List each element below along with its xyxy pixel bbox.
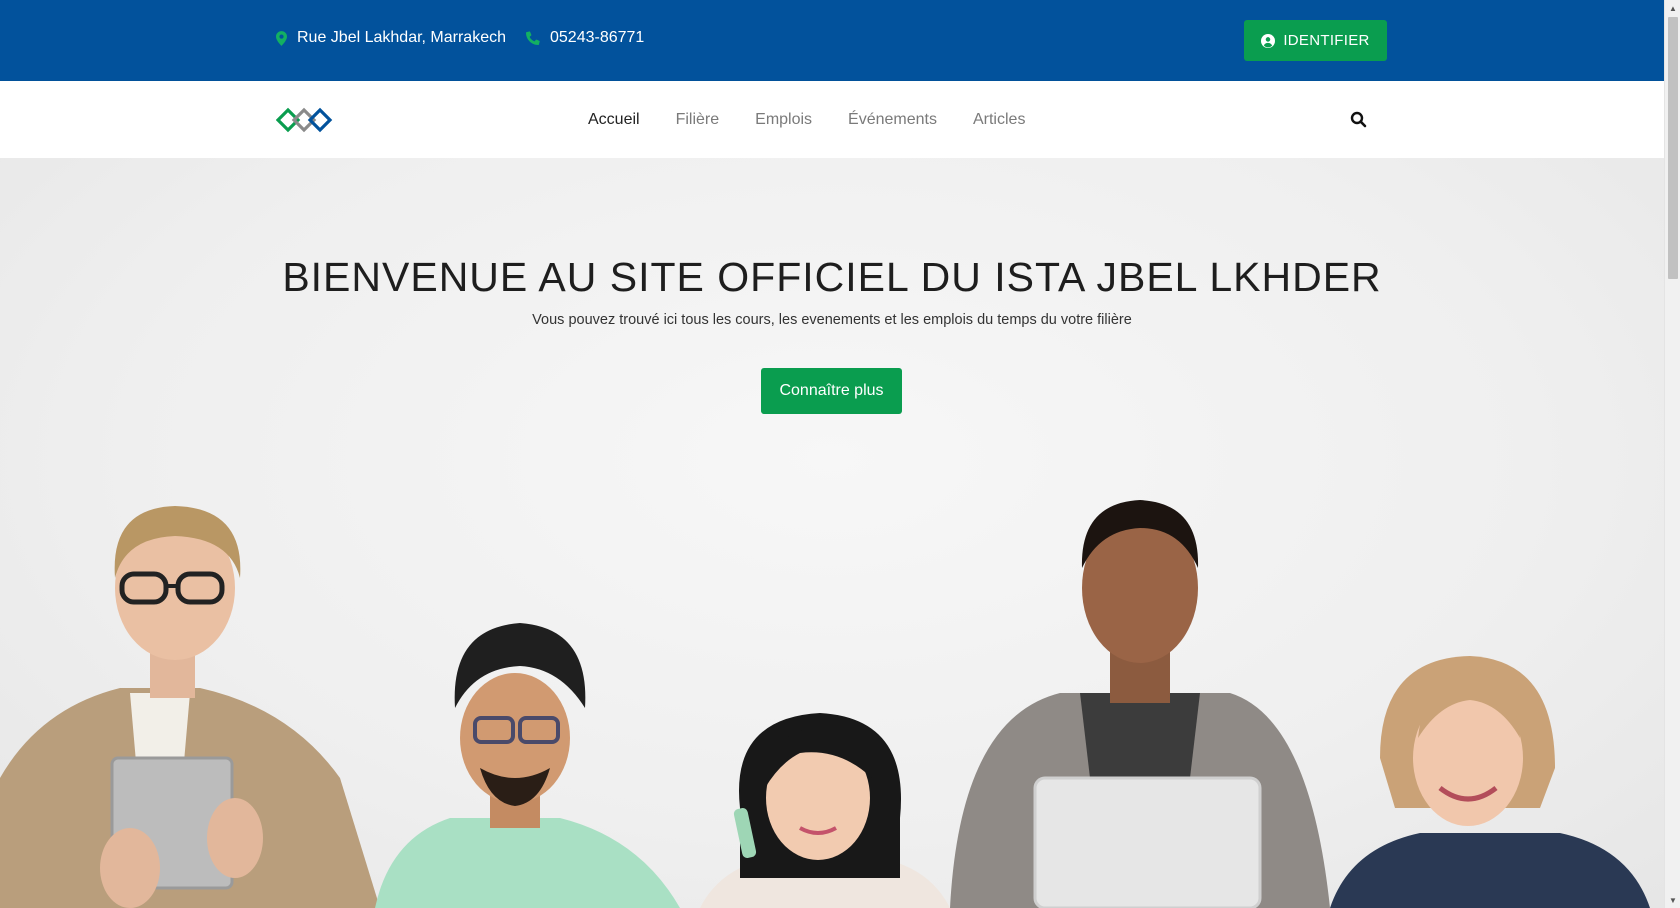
nav-item-articles[interactable]: Articles xyxy=(973,111,1025,129)
address-item: Rue Jbel Lakhdar, Marrakech xyxy=(276,29,506,47)
nav-item-emplois[interactable]: Emplois xyxy=(755,111,812,129)
scroll-down-arrow-icon[interactable]: ▼ xyxy=(1665,892,1680,908)
person-man-tablet xyxy=(0,506,380,908)
hero-title: BIENVENUE AU SITE OFFICIEL DU ISTA JBEL … xyxy=(282,254,1382,300)
main-menu: Accueil Filière Emplois Événements Artic… xyxy=(570,81,1043,158)
phone-item: 05243-86771 xyxy=(526,29,644,47)
user-circle-icon xyxy=(1261,33,1276,48)
nav-item-accueil[interactable]: Accueil xyxy=(588,111,640,129)
scroll-up-arrow-icon[interactable]: ▲ xyxy=(1665,0,1680,16)
search-icon[interactable] xyxy=(1349,110,1369,130)
phone-text: 05243-86771 xyxy=(550,29,645,46)
login-label: IDENTIFIER xyxy=(1283,32,1370,49)
map-pin-icon xyxy=(276,30,287,46)
hero-section: BIENVENUE AU SITE OFFICIEL DU ISTA JBEL … xyxy=(0,158,1664,908)
diamond-chain-logo[interactable] xyxy=(276,105,338,135)
contact-info: Rue Jbel Lakhdar, Marrakech 05243-86771 xyxy=(276,29,664,47)
phone-icon xyxy=(526,31,540,45)
person-man-laptop xyxy=(950,500,1330,908)
person-woman-phone xyxy=(700,713,950,908)
scrollbar-thumb[interactable] xyxy=(1668,17,1678,279)
page-scrollbar[interactable]: ▲ ▼ xyxy=(1664,0,1680,908)
people-using-devices-photo xyxy=(0,500,1650,908)
main-navbar: Accueil Filière Emplois Événements Artic… xyxy=(0,81,1664,158)
top-info-bar: Rue Jbel Lakhdar, Marrakech 05243-86771 … xyxy=(0,0,1664,81)
address-text: Rue Jbel Lakhdar, Marrakech xyxy=(297,29,506,46)
learn-more-button[interactable]: Connaître plus xyxy=(761,368,902,414)
hero-subtitle: Vous pouvez trouvé ici tous les cours, l… xyxy=(532,312,1132,328)
person-man-turban xyxy=(375,623,680,908)
nav-item-filiere[interactable]: Filière xyxy=(676,111,720,129)
login-button[interactable]: IDENTIFIER xyxy=(1244,20,1387,61)
nav-item-evenements[interactable]: Événements xyxy=(848,111,937,129)
person-woman-smiling xyxy=(1330,656,1650,908)
